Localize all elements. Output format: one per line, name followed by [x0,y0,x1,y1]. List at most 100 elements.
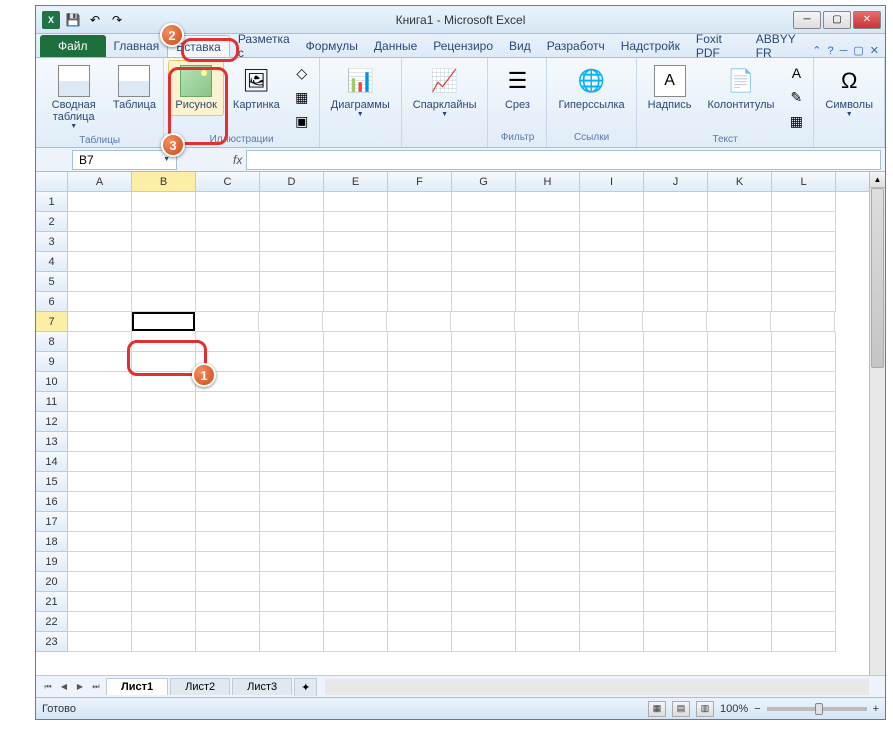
cell[interactable] [388,432,452,452]
row-header[interactable]: 23 [36,632,68,652]
tab-page-layout[interactable]: Разметка с [230,35,298,57]
tab-home[interactable]: Главная [106,35,168,57]
cell[interactable] [196,572,260,592]
cell[interactable] [708,272,772,292]
cell[interactable] [516,332,580,352]
cell[interactable] [388,632,452,652]
row-header[interactable]: 10 [36,372,68,392]
cell[interactable] [708,432,772,452]
cell[interactable] [132,372,196,392]
cell[interactable] [68,492,132,512]
cell[interactable] [516,552,580,572]
cell[interactable] [772,632,836,652]
sheet-tab-3[interactable]: Лист3 [232,678,292,695]
zoom-slider[interactable] [767,707,867,711]
symbols-button[interactable]: Ω Символы ▼ [818,60,880,123]
cell[interactable] [196,612,260,632]
cell[interactable] [580,212,644,232]
cell[interactable] [772,372,836,392]
cell[interactable] [580,352,644,372]
col-header-K[interactable]: K [708,172,772,191]
tab-foxit[interactable]: Foxit PDF [688,35,748,57]
row-header[interactable]: 7 [36,312,68,332]
first-sheet-icon[interactable]: ⏮ [40,679,56,695]
cell[interactable] [68,612,132,632]
cell[interactable] [452,252,516,272]
name-box[interactable]: B7 ▼ [72,150,177,170]
cell[interactable] [580,452,644,472]
cell[interactable] [196,372,260,392]
cell[interactable] [452,372,516,392]
slicer-button[interactable]: ☰ Срез [492,60,542,116]
cell[interactable] [772,532,836,552]
row-header[interactable]: 21 [36,592,68,612]
cell[interactable] [68,412,132,432]
cell[interactable] [580,332,644,352]
cell[interactable] [68,592,132,612]
cell[interactable] [68,512,132,532]
cell[interactable] [388,332,452,352]
cell[interactable] [772,352,836,372]
cell[interactable] [644,432,708,452]
row-header[interactable]: 8 [36,332,68,352]
cell[interactable] [451,312,515,332]
cell[interactable] [516,372,580,392]
cell[interactable] [388,452,452,472]
row-header[interactable]: 14 [36,452,68,472]
cell[interactable] [708,332,772,352]
cell[interactable] [324,572,388,592]
cell[interactable] [708,472,772,492]
cell[interactable] [452,532,516,552]
zoom-thumb[interactable] [815,703,823,715]
cell[interactable] [260,552,324,572]
cell[interactable] [324,472,388,492]
cell[interactable] [772,612,836,632]
cell[interactable] [260,452,324,472]
cell[interactable] [196,452,260,472]
row-header[interactable]: 4 [36,252,68,272]
cell[interactable] [644,472,708,492]
cell[interactable] [132,232,196,252]
cell[interactable] [388,472,452,492]
cell[interactable] [644,632,708,652]
cell[interactable] [580,412,644,432]
cell[interactable] [132,632,196,652]
cell[interactable] [260,292,324,312]
cell[interactable] [452,592,516,612]
cell[interactable] [516,572,580,592]
cell[interactable] [68,232,132,252]
col-header-I[interactable]: I [580,172,644,191]
cell[interactable] [708,192,772,212]
cell[interactable] [324,372,388,392]
cell[interactable] [580,492,644,512]
cell[interactable] [324,552,388,572]
cell[interactable] [324,612,388,632]
cell[interactable] [452,392,516,412]
cell[interactable] [580,192,644,212]
redo-icon[interactable]: ↷ [108,11,126,29]
tab-formulas[interactable]: Формулы [298,35,366,57]
cell[interactable] [260,392,324,412]
cell[interactable] [772,332,836,352]
cell[interactable] [388,192,452,212]
next-sheet-icon[interactable]: ▶ [72,679,88,695]
cell[interactable] [644,572,708,592]
cell[interactable] [516,472,580,492]
cell[interactable] [708,572,772,592]
prev-sheet-icon[interactable]: ◀ [56,679,72,695]
cell[interactable] [323,312,387,332]
cell[interactable] [708,232,772,252]
cell[interactable] [196,252,260,272]
zoom-in-icon[interactable]: + [873,703,879,715]
cell[interactable] [708,352,772,372]
cell[interactable] [132,492,196,512]
cell[interactable] [708,212,772,232]
cell[interactable] [132,392,196,412]
cell[interactable] [516,232,580,252]
cell[interactable] [324,432,388,452]
cell[interactable] [68,332,132,352]
cell[interactable] [580,432,644,452]
cell[interactable] [260,432,324,452]
cell[interactable] [388,272,452,292]
cell[interactable] [771,312,835,332]
